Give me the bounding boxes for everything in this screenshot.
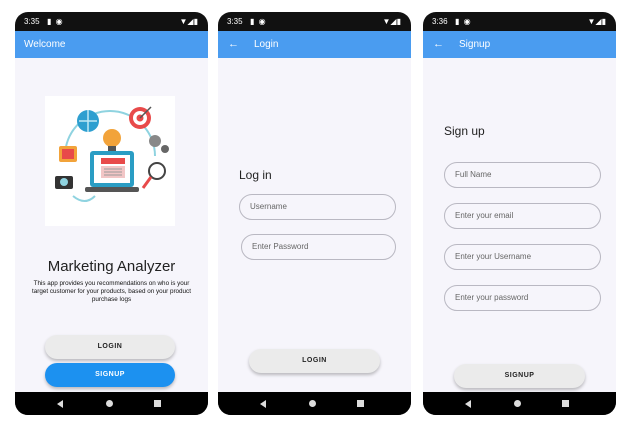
app-name-title: Marketing Analyzer [47,258,176,275]
username-input[interactable]: Enter your Username [444,244,601,270]
back-arrow-icon[interactable]: ← [228,38,239,50]
system-nav-bar [423,392,616,415]
nav-home-icon[interactable] [309,400,316,407]
signup-button[interactable]: SIGNUP [45,363,175,387]
login-button[interactable]: LOGIN [249,349,380,373]
login-heading: Log in [239,168,272,182]
login-content: Log in Username Enter Password LOGIN [218,58,411,392]
password-input[interactable]: Enter your password [444,285,601,311]
signup-button[interactable]: SIGNUP [454,364,585,388]
app-bar: ← Signup [423,31,616,58]
nav-recents-icon[interactable] [357,400,364,407]
appbar-title: Login [254,39,279,50]
nav-back-icon[interactable] [260,400,266,408]
back-arrow-icon[interactable]: ← [433,38,444,50]
password-input[interactable]: Enter Password [241,234,396,260]
username-input[interactable]: Username [239,194,396,220]
system-nav-bar [218,392,411,415]
status-time: 3:35 [227,17,243,26]
app-bar: ← Login [218,31,411,58]
status-bar: 3:35 ▮ ◉ ▼◢▮ [15,12,208,31]
appbar-title: Welcome [24,39,66,50]
signal-battery-icon: ▼◢▮ [587,17,606,26]
marketing-illustration [45,96,175,226]
notification-icons: ▮ ◉ [455,17,472,26]
signal-battery-icon: ▼◢▮ [179,17,198,26]
signup-screen-phone: 3:36 ▮ ◉ ▼◢▮ ← Signup Sign up Full Name … [423,12,616,415]
status-bar: 3:35 ▮ ◉ ▼◢▮ [218,12,411,31]
status-time: 3:35 [24,17,40,26]
full-name-input[interactable]: Full Name [444,162,601,188]
system-nav-bar [15,392,208,415]
nav-back-icon[interactable] [465,400,471,408]
welcome-screen-phone: 3:35 ▮ ◉ ▼◢▮ Welcome Marketing Analyzer … [15,12,208,415]
login-button[interactable]: LOGIN [45,335,175,359]
signup-content: Sign up Full Name Enter your email Enter… [423,58,616,392]
appbar-title: Signup [459,39,491,50]
nav-back-icon[interactable] [57,400,63,408]
nav-recents-icon[interactable] [154,400,161,407]
signup-heading: Sign up [444,124,485,138]
nav-home-icon[interactable] [514,400,521,407]
notification-icons: ▮ ◉ [250,17,267,26]
nav-recents-icon[interactable] [562,400,569,407]
status-time: 3:36 [432,17,448,26]
signal-battery-icon: ▼◢▮ [382,17,401,26]
welcome-content: Marketing Analyzer This app provides you… [15,58,208,392]
app-description: This app provides you recommendations on… [32,280,191,303]
status-bar: 3:36 ▮ ◉ ▼◢▮ [423,12,616,31]
notification-icons: ▮ ◉ [47,17,64,26]
email-input[interactable]: Enter your email [444,203,601,229]
app-bar: Welcome [15,31,208,58]
nav-home-icon[interactable] [106,400,113,407]
login-screen-phone: 3:35 ▮ ◉ ▼◢▮ ← Login Log in Username Ent… [218,12,411,415]
